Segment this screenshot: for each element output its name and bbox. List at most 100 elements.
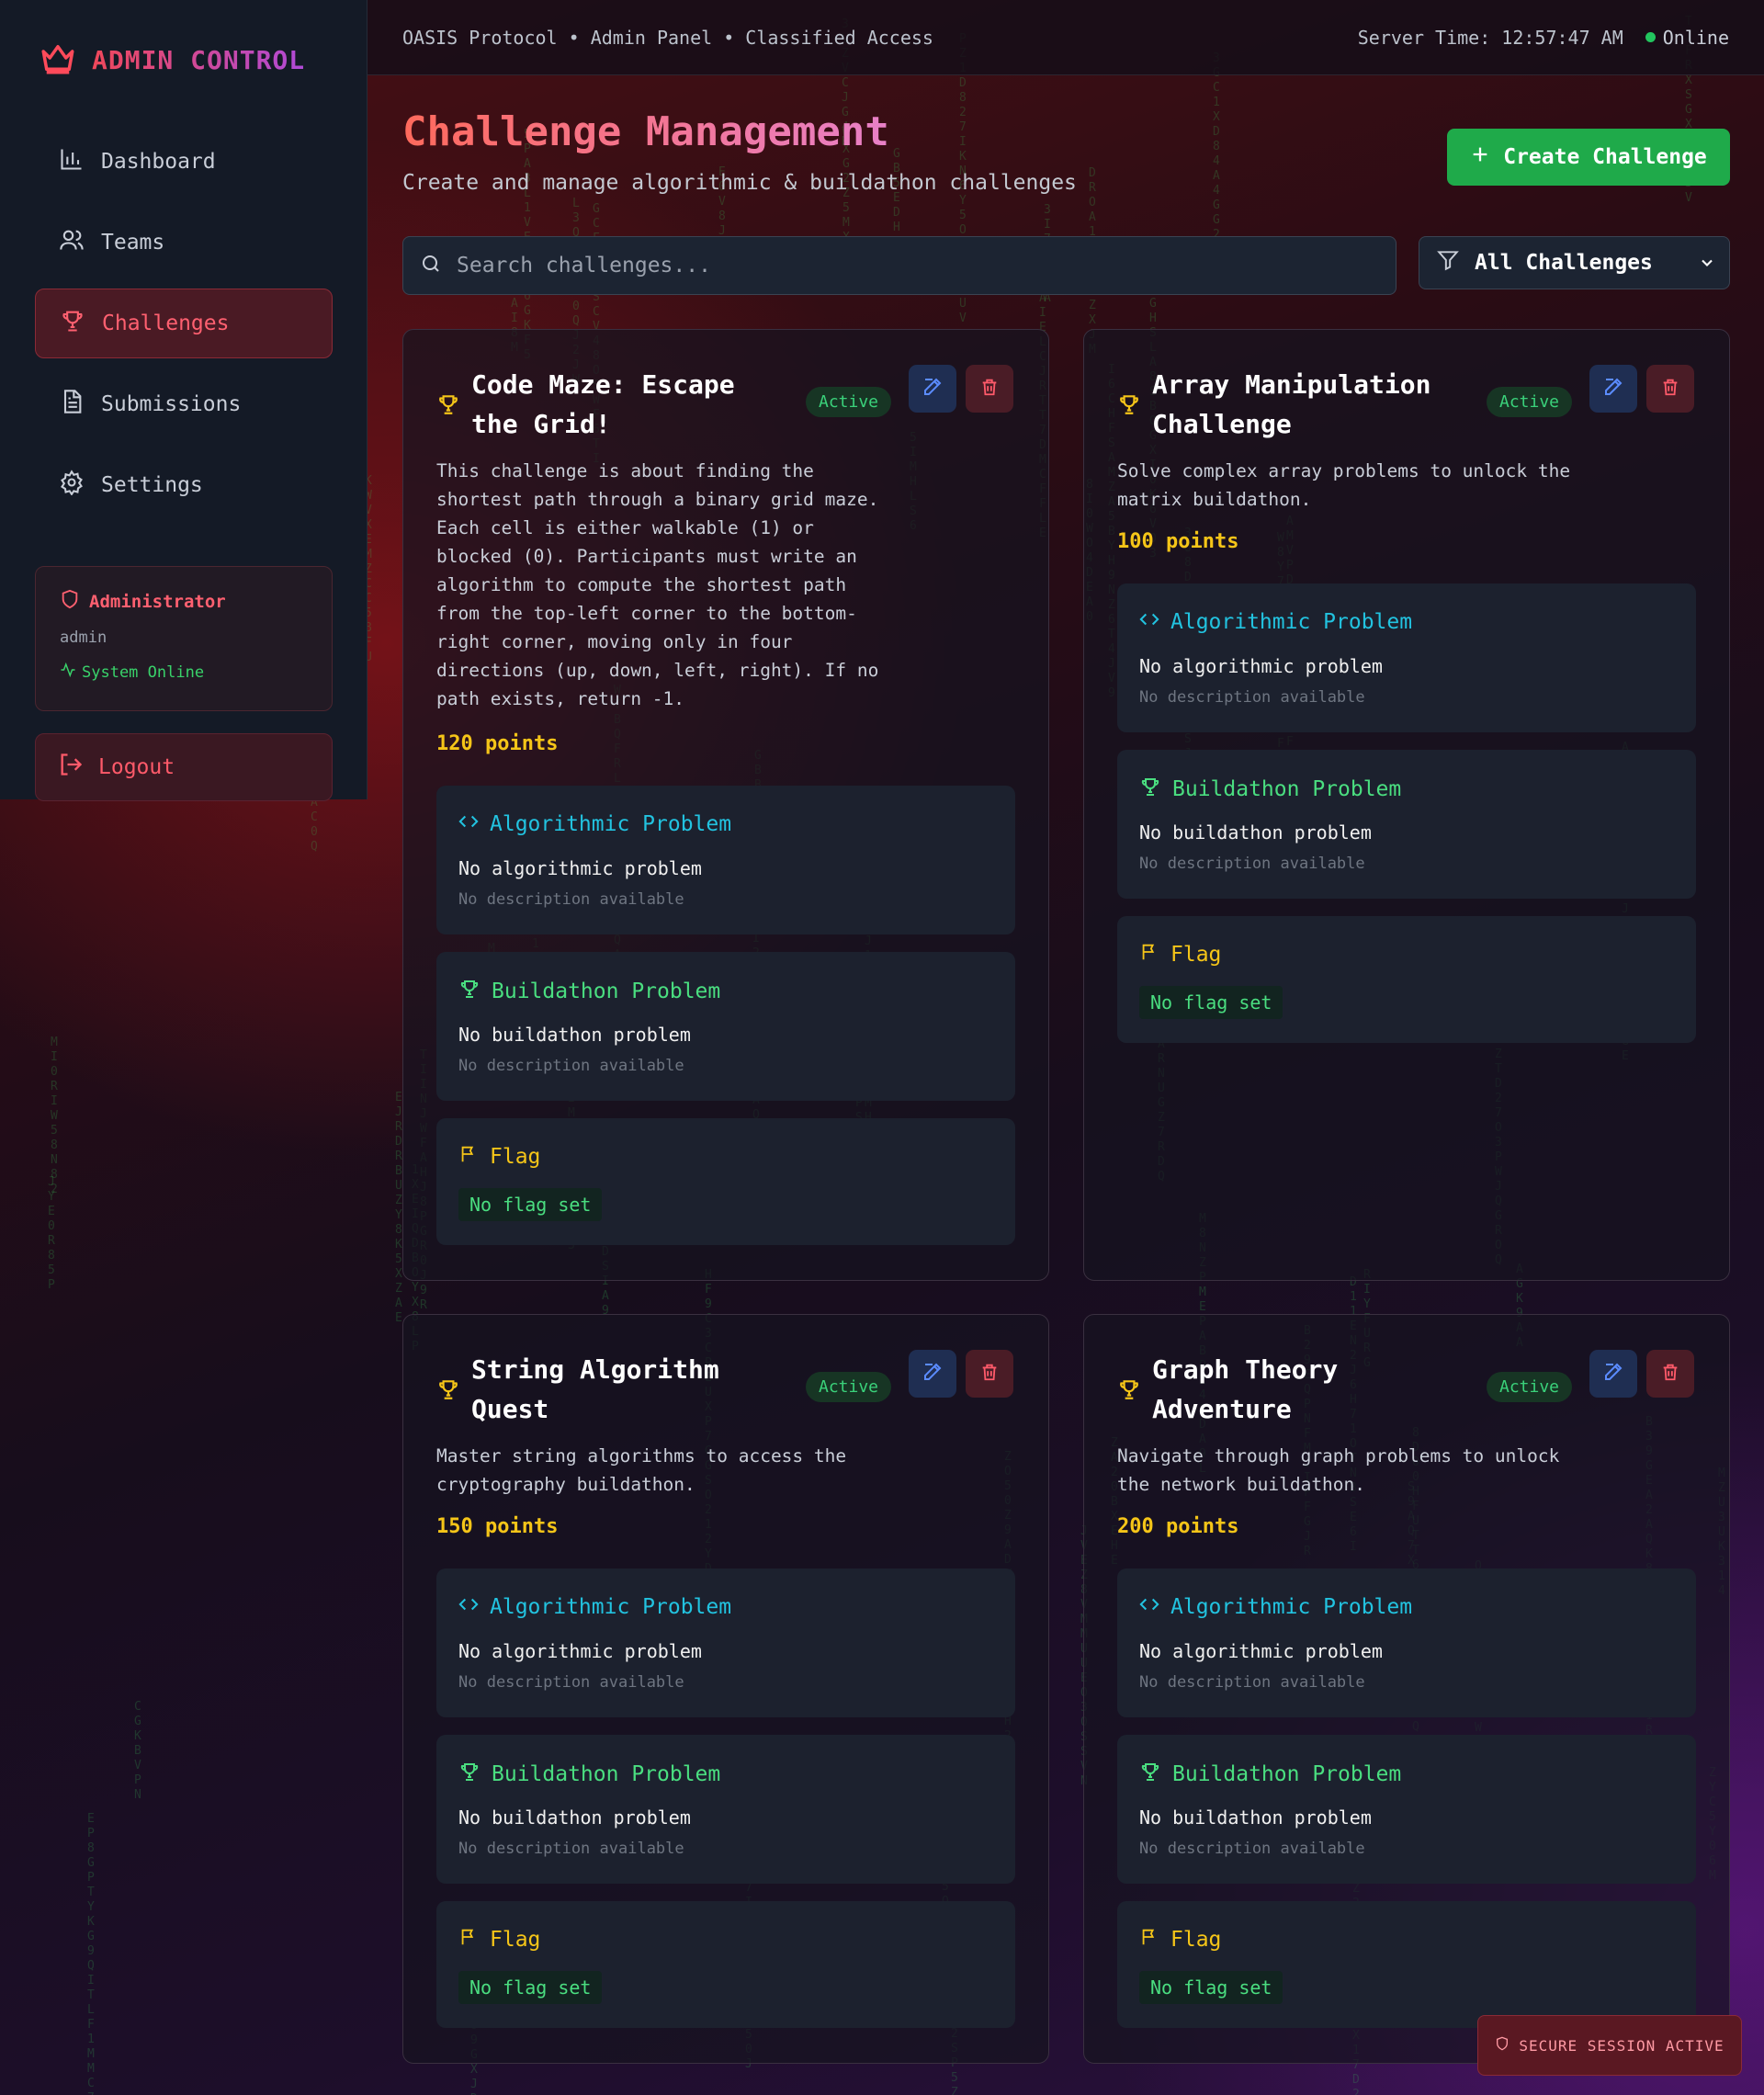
search-icon [420, 253, 442, 278]
status-badge: Active [1487, 1372, 1573, 1402]
flag-header: Flag [458, 1144, 540, 1170]
delete-challenge-button[interactable] [966, 1350, 1013, 1398]
buildathon-header: Buildathon Problem [1139, 776, 1401, 803]
code-icon [1139, 1594, 1159, 1620]
flag-section: Flag No flag set [1117, 916, 1696, 1043]
flag-value: No flag set [458, 1188, 603, 1221]
challenge-description: Navigate through graph problems to unloc… [1117, 1445, 1560, 1495]
challenge-points: 200 points [1117, 1515, 1239, 1538]
trophy-icon [60, 308, 85, 339]
algorithmic-title: No algorithmic problem [1139, 1640, 1383, 1662]
sidebar-item-label: Settings [101, 473, 203, 497]
challenge-title: Array Manipulation Challenge [1152, 369, 1431, 439]
bar-chart-icon [59, 146, 85, 177]
status-badge: Active [806, 1372, 892, 1402]
flag-section: Flag No flag set [436, 1901, 1015, 2028]
flag-icon [1139, 942, 1159, 968]
edit-challenge-button[interactable] [1589, 365, 1637, 413]
delete-challenge-button[interactable] [1646, 365, 1694, 413]
flag-header: Flag [1139, 1927, 1221, 1953]
buildathon-description: No description available [1139, 1840, 1365, 1858]
delete-challenge-button[interactable] [966, 365, 1013, 413]
top-bar: OASIS Protocol • Admin Panel • Classifie… [368, 0, 1764, 75]
trash-icon [1660, 1362, 1680, 1386]
buildathon-section: Buildathon Problem No buildathon problem… [436, 952, 1015, 1101]
admin-role-label: Administrator [89, 591, 226, 612]
trophy-icon [1139, 1761, 1161, 1788]
logout-label: Logout [98, 755, 175, 779]
sidebar-item-dashboard[interactable]: Dashboard [35, 127, 333, 197]
status-badge: Active [1487, 387, 1573, 417]
algorithmic-header: Algorithmic Problem [1139, 609, 1412, 635]
buildathon-section: Buildathon Problem No buildathon problem… [1117, 750, 1696, 899]
matrix-column: 3GC1XD84A4GG2C [1213, 51, 1220, 256]
trash-icon [979, 1362, 1000, 1386]
edit-challenge-button[interactable] [909, 365, 956, 413]
edit-challenge-button[interactable] [909, 1350, 956, 1398]
flag-value: No flag set [458, 1971, 603, 2004]
code-icon [458, 811, 479, 837]
buildathon-header: Buildathon Problem [1139, 1761, 1401, 1788]
crown-icon [37, 39, 79, 81]
create-challenge-button[interactable]: Create Challenge [1447, 129, 1730, 186]
plus-icon [1470, 144, 1490, 170]
edit-challenge-button[interactable] [1589, 1350, 1637, 1398]
buildathon-label: Buildathon Problem [1172, 1762, 1402, 1786]
sidebar-item-challenges[interactable]: Challenges [35, 289, 333, 358]
edit-icon [1602, 1361, 1624, 1387]
topbar-right: Server Time: 12:57:47 AM Online [1358, 27, 1729, 49]
algorithmic-title: No algorithmic problem [458, 857, 702, 879]
admin-card: Administrator admin System Online [35, 566, 333, 711]
algorithmic-section: Algorithmic Problem No algorithmic probl… [1117, 583, 1696, 732]
buildathon-section: Buildathon Problem No buildathon problem… [436, 1735, 1015, 1884]
buildathon-title: No buildathon problem [458, 1024, 691, 1046]
sidebar-item-settings[interactable]: Settings [35, 450, 333, 520]
delete-challenge-button[interactable] [1646, 1350, 1694, 1398]
flag-header: Flag [458, 1927, 540, 1953]
algorithmic-section: Algorithmic Problem No algorithmic probl… [436, 786, 1015, 934]
online-indicator: Online [1645, 27, 1729, 49]
sidebar-nav: Dashboard Teams Challenges Submissions S… [35, 127, 333, 531]
status-badge: Active [806, 387, 892, 417]
challenge-card: Array Manipulation Challenge Active Solv… [1083, 329, 1730, 1281]
buildathon-description: No description available [458, 1840, 684, 1858]
buildathon-description: No description available [1139, 855, 1365, 873]
page-subtitle: Create and manage algorithmic & buildath… [402, 171, 1077, 195]
system-status-label: System Online [82, 662, 205, 682]
algorithmic-title: No algorithmic problem [458, 1640, 702, 1662]
challenge-card: String Algorithm Quest Active Master str… [402, 1314, 1049, 2064]
matrix-column: JYE0R85P [48, 1175, 55, 1292]
algorithmic-description: No description available [458, 890, 684, 909]
sidebar-item-submissions[interactable]: Submissions [35, 369, 333, 439]
search-bar [402, 236, 1396, 295]
flag-label: Flag [1170, 943, 1222, 967]
buildathon-header: Buildathon Problem [458, 1761, 720, 1788]
trophy-icon [436, 1377, 460, 1405]
server-time: Server Time: 12:57:47 AM [1357, 26, 1623, 49]
challenge-description: This challenge is about finding the shor… [436, 460, 879, 709]
edit-icon [922, 376, 944, 402]
status-dot-icon [1645, 32, 1656, 42]
challenge-filter-select[interactable]: All Challenges [1419, 236, 1730, 289]
flag-icon [458, 1144, 479, 1170]
sidebar-item-label: Teams [101, 231, 165, 255]
flag-header: Flag [1139, 942, 1221, 968]
search-input[interactable] [457, 254, 1339, 277]
sidebar: ADMIN CONTROL Dashboard Teams Challenges… [0, 0, 368, 801]
sidebar-item-teams[interactable]: Teams [35, 208, 333, 277]
challenge-points: 100 points [1117, 530, 1239, 553]
flag-section: Flag No flag set [1117, 1901, 1696, 2028]
challenge-description: Master string algorithms to access the c… [436, 1445, 847, 1495]
challenge-points: 120 points [436, 732, 559, 755]
algorithmic-header: Algorithmic Problem [1139, 1594, 1412, 1620]
buildathon-description: No description available [458, 1057, 684, 1075]
trophy-icon [458, 978, 481, 1005]
page-title: Challenge Management [402, 108, 889, 155]
online-label: Online [1662, 26, 1729, 49]
logout-button[interactable]: Logout [35, 733, 333, 801]
challenge-points: 150 points [436, 1515, 559, 1538]
users-icon [59, 227, 85, 258]
secure-session-label: SECURE SESSION ACTIVE [1519, 2036, 1724, 2055]
secure-session-badge: SECURE SESSION ACTIVE [1477, 2015, 1742, 2076]
matrix-column: GB5EDH1 [893, 147, 900, 249]
